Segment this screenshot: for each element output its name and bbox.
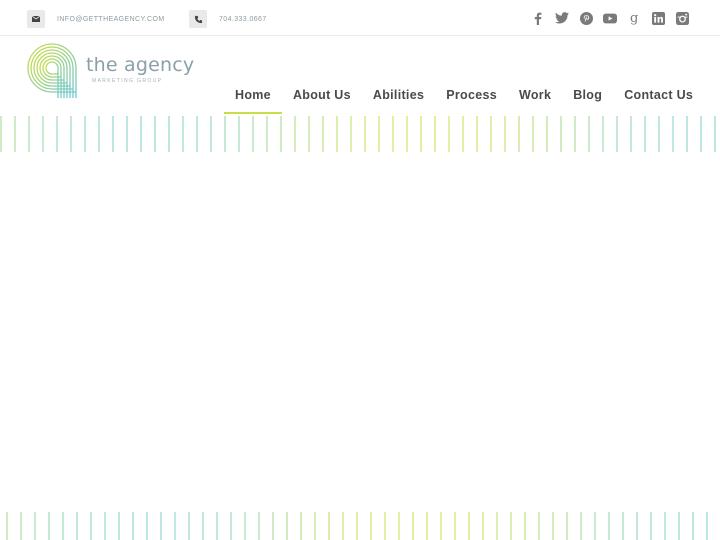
- pinterest-icon[interactable]: [578, 10, 594, 26]
- phone-icon: [189, 10, 207, 28]
- nav-home[interactable]: Home: [224, 86, 282, 114]
- nav-process[interactable]: Process: [435, 86, 508, 114]
- email-text[interactable]: INFO@GETTHEAGENCY.COM: [57, 16, 165, 23]
- top-contact-bar: INFO@GETTHEAGENCY.COM 704.333.0667 g: [0, 0, 720, 36]
- nav-contact-us[interactable]: Contact Us: [613, 86, 704, 114]
- instagram-icon[interactable]: [674, 10, 690, 26]
- logo-mark-icon: [27, 43, 77, 98]
- facebook-icon[interactable]: [530, 10, 546, 26]
- main-navigation: Home About Us Abilities Process Work Blo…: [224, 86, 704, 114]
- logo-wordmark: the agency: [86, 54, 195, 76]
- linkedin-icon[interactable]: [650, 10, 666, 26]
- twitter-icon[interactable]: [554, 10, 570, 26]
- social-links: g: [522, 10, 690, 26]
- decorative-stripes-bottom: [6, 512, 708, 540]
- svg-text:g: g: [630, 11, 638, 25]
- logo-tagline: MARKETING GROUP: [92, 78, 163, 84]
- nav-abilities[interactable]: Abilities: [362, 86, 435, 114]
- nav-blog[interactable]: Blog: [562, 86, 613, 114]
- google-plus-icon[interactable]: g: [626, 10, 642, 26]
- hero-content-area: [0, 152, 720, 512]
- youtube-icon[interactable]: [602, 10, 618, 26]
- phone-text[interactable]: 704.333.0667: [219, 16, 267, 23]
- phone-contact[interactable]: 704.333.0667: [189, 10, 267, 28]
- envelope-icon: [27, 10, 45, 28]
- decorative-stripes-top: [0, 116, 716, 152]
- email-contact[interactable]: INFO@GETTHEAGENCY.COM: [27, 10, 165, 28]
- brand-logo[interactable]: the agency MARKETING GROUP: [26, 42, 194, 100]
- nav-about-us[interactable]: About Us: [282, 86, 362, 114]
- nav-work[interactable]: Work: [508, 86, 562, 114]
